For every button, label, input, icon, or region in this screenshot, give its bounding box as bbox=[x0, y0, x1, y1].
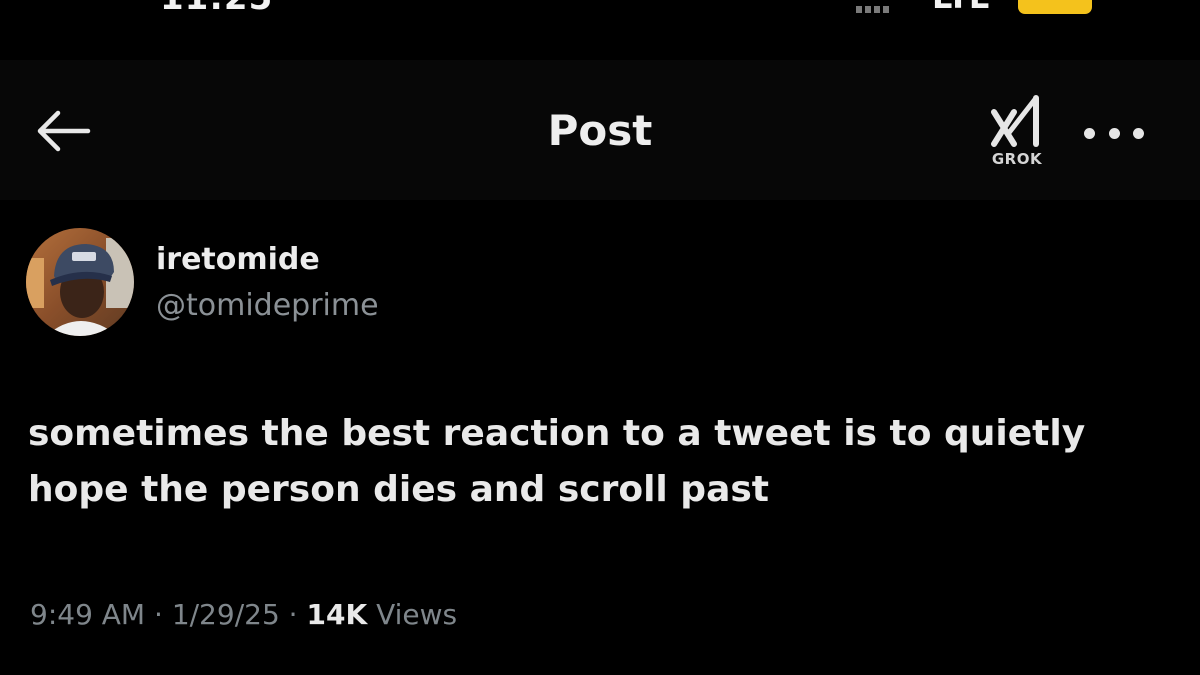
more-dot bbox=[1108, 127, 1120, 139]
more-horizontal-icon bbox=[1084, 127, 1095, 139]
views-label: Views bbox=[376, 598, 458, 631]
avatar[interactable] bbox=[26, 228, 134, 336]
grok-label: GROK bbox=[991, 150, 1043, 168]
more-options-button[interactable] bbox=[1084, 122, 1144, 144]
avatar-image bbox=[26, 228, 134, 336]
grok-icon bbox=[991, 95, 1039, 147]
post-meta: 9:49 AM · 1/29/25 · 14K Views bbox=[30, 598, 457, 631]
signal-icon bbox=[856, 6, 889, 13]
grok-button[interactable]: GROK bbox=[984, 94, 1050, 170]
author-handle[interactable]: @tomideprime bbox=[156, 288, 379, 323]
post-date: 1/29/25 bbox=[171, 598, 280, 631]
post-time: 9:49 AM bbox=[30, 598, 146, 631]
author-name[interactable]: iretomide bbox=[156, 242, 320, 277]
meta-separator: · bbox=[288, 598, 298, 631]
status-time: 11:25 bbox=[160, 0, 273, 18]
status-network: LTE bbox=[932, 0, 991, 16]
status-bar: 11:25 LTE bbox=[0, 0, 1200, 22]
more-dot bbox=[1133, 127, 1144, 139]
post-header: Post GROK bbox=[0, 60, 1200, 200]
meta-separator: · bbox=[154, 598, 163, 631]
views-count[interactable]: 14K bbox=[306, 598, 367, 631]
battery-icon bbox=[1018, 0, 1092, 14]
post-text: sometimes the best reaction to a tweet i… bbox=[28, 413, 1086, 510]
